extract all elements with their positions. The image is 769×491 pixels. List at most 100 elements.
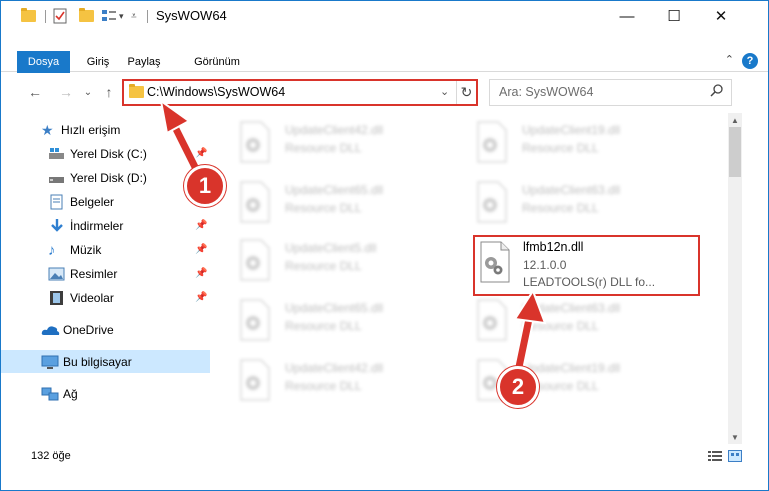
dll-file-icon <box>477 181 507 223</box>
videos-icon <box>50 291 63 305</box>
close-button[interactable]: ✕ <box>698 1 744 31</box>
sidebar-item-label: İndirmeler <box>70 219 124 233</box>
file-description: Resource DLL <box>285 201 362 215</box>
file-item[interactable]: UpdateClient42.dll Resource DLL <box>239 359 469 409</box>
recent-locations-button[interactable]: ⌄ <box>79 83 97 101</box>
dll-file-icon <box>240 239 270 281</box>
window-title: SysWOW64 <box>156 8 227 23</box>
sidebar-item-documents[interactable]: Belgeler <box>48 191 114 213</box>
file-description: Resource DLL <box>522 141 599 155</box>
sidebar-item-label: Yerel Disk (C:) <box>70 147 147 161</box>
tab-paylas[interactable]: Paylaş <box>121 51 167 73</box>
scroll-down-icon[interactable]: ▼ <box>728 430 742 444</box>
tab-gorunum[interactable]: Görünüm <box>189 51 245 73</box>
sidebar-item-label: Bu bilgisayar <box>63 355 132 369</box>
pictures-icon <box>48 267 65 281</box>
view-options-icon[interactable] <box>101 8 117 24</box>
tab-giris[interactable]: Giriş <box>79 51 117 73</box>
address-highlight <box>122 79 478 106</box>
sidebar-item-pictures[interactable]: Resimler <box>48 263 117 285</box>
this-pc-icon <box>41 355 59 369</box>
forward-button[interactable]: → <box>57 83 75 101</box>
file-description: Resource DLL <box>522 201 599 215</box>
search-input[interactable]: Ara: SysWOW64 <box>499 85 593 99</box>
large-icons-view-icon[interactable] <box>728 450 742 462</box>
sidebar-item-label: Videolar <box>70 291 114 305</box>
file-item[interactable]: UpdateClient65.dll Resource DLL <box>239 299 469 349</box>
up-button[interactable]: ↑ <box>100 83 118 101</box>
sidebar-item-network[interactable]: Ağ <box>41 383 78 405</box>
sidebar-item-label: Resimler <box>70 267 118 281</box>
pin-icon[interactable]: 📌 <box>195 268 207 279</box>
chevron-down-icon[interactable]: ▾ <box>119 8 124 24</box>
maximize-button[interactable]: ☐ <box>651 1 697 31</box>
scroll-up-icon[interactable]: ▲ <box>728 113 742 127</box>
target-file-highlight <box>473 235 700 296</box>
file-name: UpdateClient19.dll <box>522 123 621 137</box>
file-description: Resource DLL <box>285 319 362 333</box>
file-item[interactable]: UpdateClient63.dll Resource DLL <box>476 299 706 349</box>
downloads-icon <box>51 219 63 232</box>
file-name: UpdateClient42.dll <box>285 361 384 375</box>
file-item[interactable]: UpdateClient65.dll Resource DLL <box>239 181 469 231</box>
pin-icon[interactable]: 📌 <box>195 292 207 303</box>
sidebar-item-drive-c[interactable]: Yerel Disk (C:) <box>48 143 147 165</box>
status-bar <box>1 444 768 468</box>
properties-icon[interactable] <box>53 8 67 24</box>
sidebar-item-downloads[interactable]: İndirmeler <box>48 215 123 237</box>
help-button[interactable]: ? <box>742 53 758 69</box>
sidebar-item-quick-access[interactable]: ★ Hızlı erişim <box>41 119 120 141</box>
file-item[interactable]: UpdateClient63.dll Resource DLL <box>476 181 706 231</box>
pin-icon[interactable]: 📌 <box>195 244 207 255</box>
file-item[interactable]: UpdateClient5.dll Resource DLL <box>239 239 469 289</box>
onedrive-icon <box>41 326 60 335</box>
sidebar-item-music[interactable]: ♪ Müzik <box>48 239 101 261</box>
sidebar-item-onedrive[interactable]: OneDrive <box>41 319 114 341</box>
folder-icon <box>21 8 36 24</box>
tab-dosya[interactable]: Dosya <box>17 51 70 73</box>
file-name: UpdateClient65.dll <box>285 301 384 315</box>
dll-file-icon <box>240 121 270 163</box>
sidebar-item-label: Yerel Disk (D:) <box>70 171 147 185</box>
ribbon-collapse-icon[interactable]: ⌃ <box>725 53 734 66</box>
file-name: UpdateClient19.dll <box>522 361 621 375</box>
details-view-icon[interactable] <box>708 450 722 462</box>
file-description: Resource DLL <box>285 141 362 155</box>
file-description: Resource DLL <box>522 319 599 333</box>
pin-icon[interactable]: 📌 <box>195 220 207 231</box>
star-icon: ★ <box>41 121 54 138</box>
new-folder-icon[interactable] <box>79 8 94 24</box>
file-item[interactable]: UpdateClient19.dll Resource DLL <box>476 121 706 171</box>
separator <box>45 10 46 23</box>
sidebar-item-videos[interactable]: Videolar <box>48 287 114 309</box>
dll-file-icon <box>477 121 507 163</box>
dll-file-icon <box>240 359 270 401</box>
sidebar-item-label: Hızlı erişim <box>61 123 121 137</box>
music-icon: ♪ <box>48 241 56 259</box>
dll-file-icon <box>240 181 270 223</box>
sidebar-item-drive-d[interactable]: Yerel Disk (D:) <box>48 167 147 189</box>
search-icon[interactable] <box>709 83 725 99</box>
pin-icon[interactable]: 📌 <box>195 148 207 159</box>
customize-toolbar-icon[interactable]: ⩡ <box>131 8 137 24</box>
file-description: Resource DLL <box>285 259 362 273</box>
sidebar-item-label: Belgeler <box>70 195 115 209</box>
file-name: UpdateClient42.dll <box>285 123 384 137</box>
dll-file-icon <box>240 299 270 341</box>
sidebar-item-this-pc[interactable]: Bu bilgisayar <box>41 351 132 373</box>
file-item[interactable]: UpdateClient42.dll Resource DLL <box>239 121 469 171</box>
explorer-window: ▾ ⩡ SysWOW64 — ☐ ✕ Dosya Giriş Paylaş Gö… <box>0 0 769 491</box>
minimize-button[interactable]: — <box>604 1 650 31</box>
step-2-badge: 2 <box>497 366 539 408</box>
documents-icon <box>50 194 63 210</box>
back-button[interactable]: ← <box>26 83 44 101</box>
sidebar-item-label: Ağ <box>63 387 78 401</box>
file-name: UpdateClient63.dll <box>522 301 621 315</box>
file-name: UpdateClient65.dll <box>285 183 384 197</box>
sidebar-item-label: OneDrive <box>63 323 114 337</box>
sidebar-item-label: Müzik <box>70 243 102 257</box>
network-icon <box>41 387 59 401</box>
scrollbar-thumb[interactable] <box>729 127 741 177</box>
file-description: Resource DLL <box>285 379 362 393</box>
dll-file-icon <box>477 299 507 341</box>
